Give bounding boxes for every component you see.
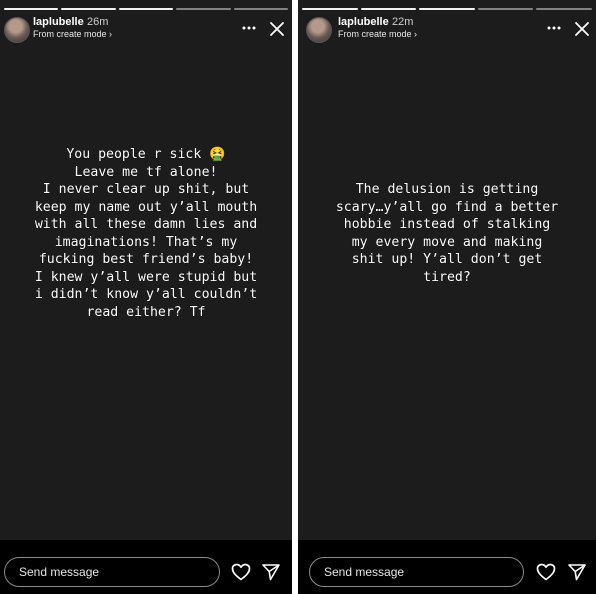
story-progress-bar: [4, 8, 289, 10]
heart-icon[interactable]: [536, 563, 556, 581]
heart-icon[interactable]: [231, 563, 251, 581]
progress-segment: [118, 8, 174, 10]
paper-plane-icon[interactable]: [261, 563, 281, 581]
paper-plane-icon[interactable]: [567, 563, 587, 581]
story-footer: [0, 540, 292, 594]
send-message-input[interactable]: [4, 557, 220, 587]
progress-segment: [419, 8, 475, 10]
progress-segment: [477, 8, 534, 10]
more-dots-icon[interactable]: [241, 21, 257, 35]
progress-segment: [302, 8, 358, 10]
more-dots-icon[interactable]: [546, 21, 562, 35]
progress-segment: [536, 8, 592, 10]
create-mode-link[interactable]: From create mode ›: [338, 29, 417, 39]
username[interactable]: laplubelle: [33, 16, 84, 28]
progress-segment: [233, 8, 289, 10]
close-icon[interactable]: [574, 21, 590, 37]
avatar[interactable]: [4, 17, 30, 43]
story-progress-bar: [302, 8, 592, 10]
progress-segment: [360, 8, 417, 10]
story-panel-2[interactable]: laplubelle 22m From create mode › The de…: [298, 0, 596, 594]
progress-segment: [61, 8, 116, 10]
close-icon[interactable]: [269, 21, 285, 37]
progress-segment: [176, 8, 231, 10]
story-text: The delusion is getting scary…y’all go f…: [335, 182, 559, 285]
progress-segment: [4, 8, 59, 10]
story-text: You people r sick 🤮 Leave me tf alone! I…: [34, 147, 258, 320]
create-mode-link[interactable]: From create mode ›: [33, 29, 112, 39]
time-ago: 26m: [87, 16, 109, 28]
avatar[interactable]: [306, 17, 332, 43]
send-message-input[interactable]: [309, 557, 524, 587]
story-footer: [298, 540, 596, 594]
story-panel-1[interactable]: laplubelle 26m From create mode › You pe…: [0, 0, 292, 594]
username[interactable]: laplubelle: [338, 16, 389, 28]
time-ago: 22m: [392, 16, 414, 28]
